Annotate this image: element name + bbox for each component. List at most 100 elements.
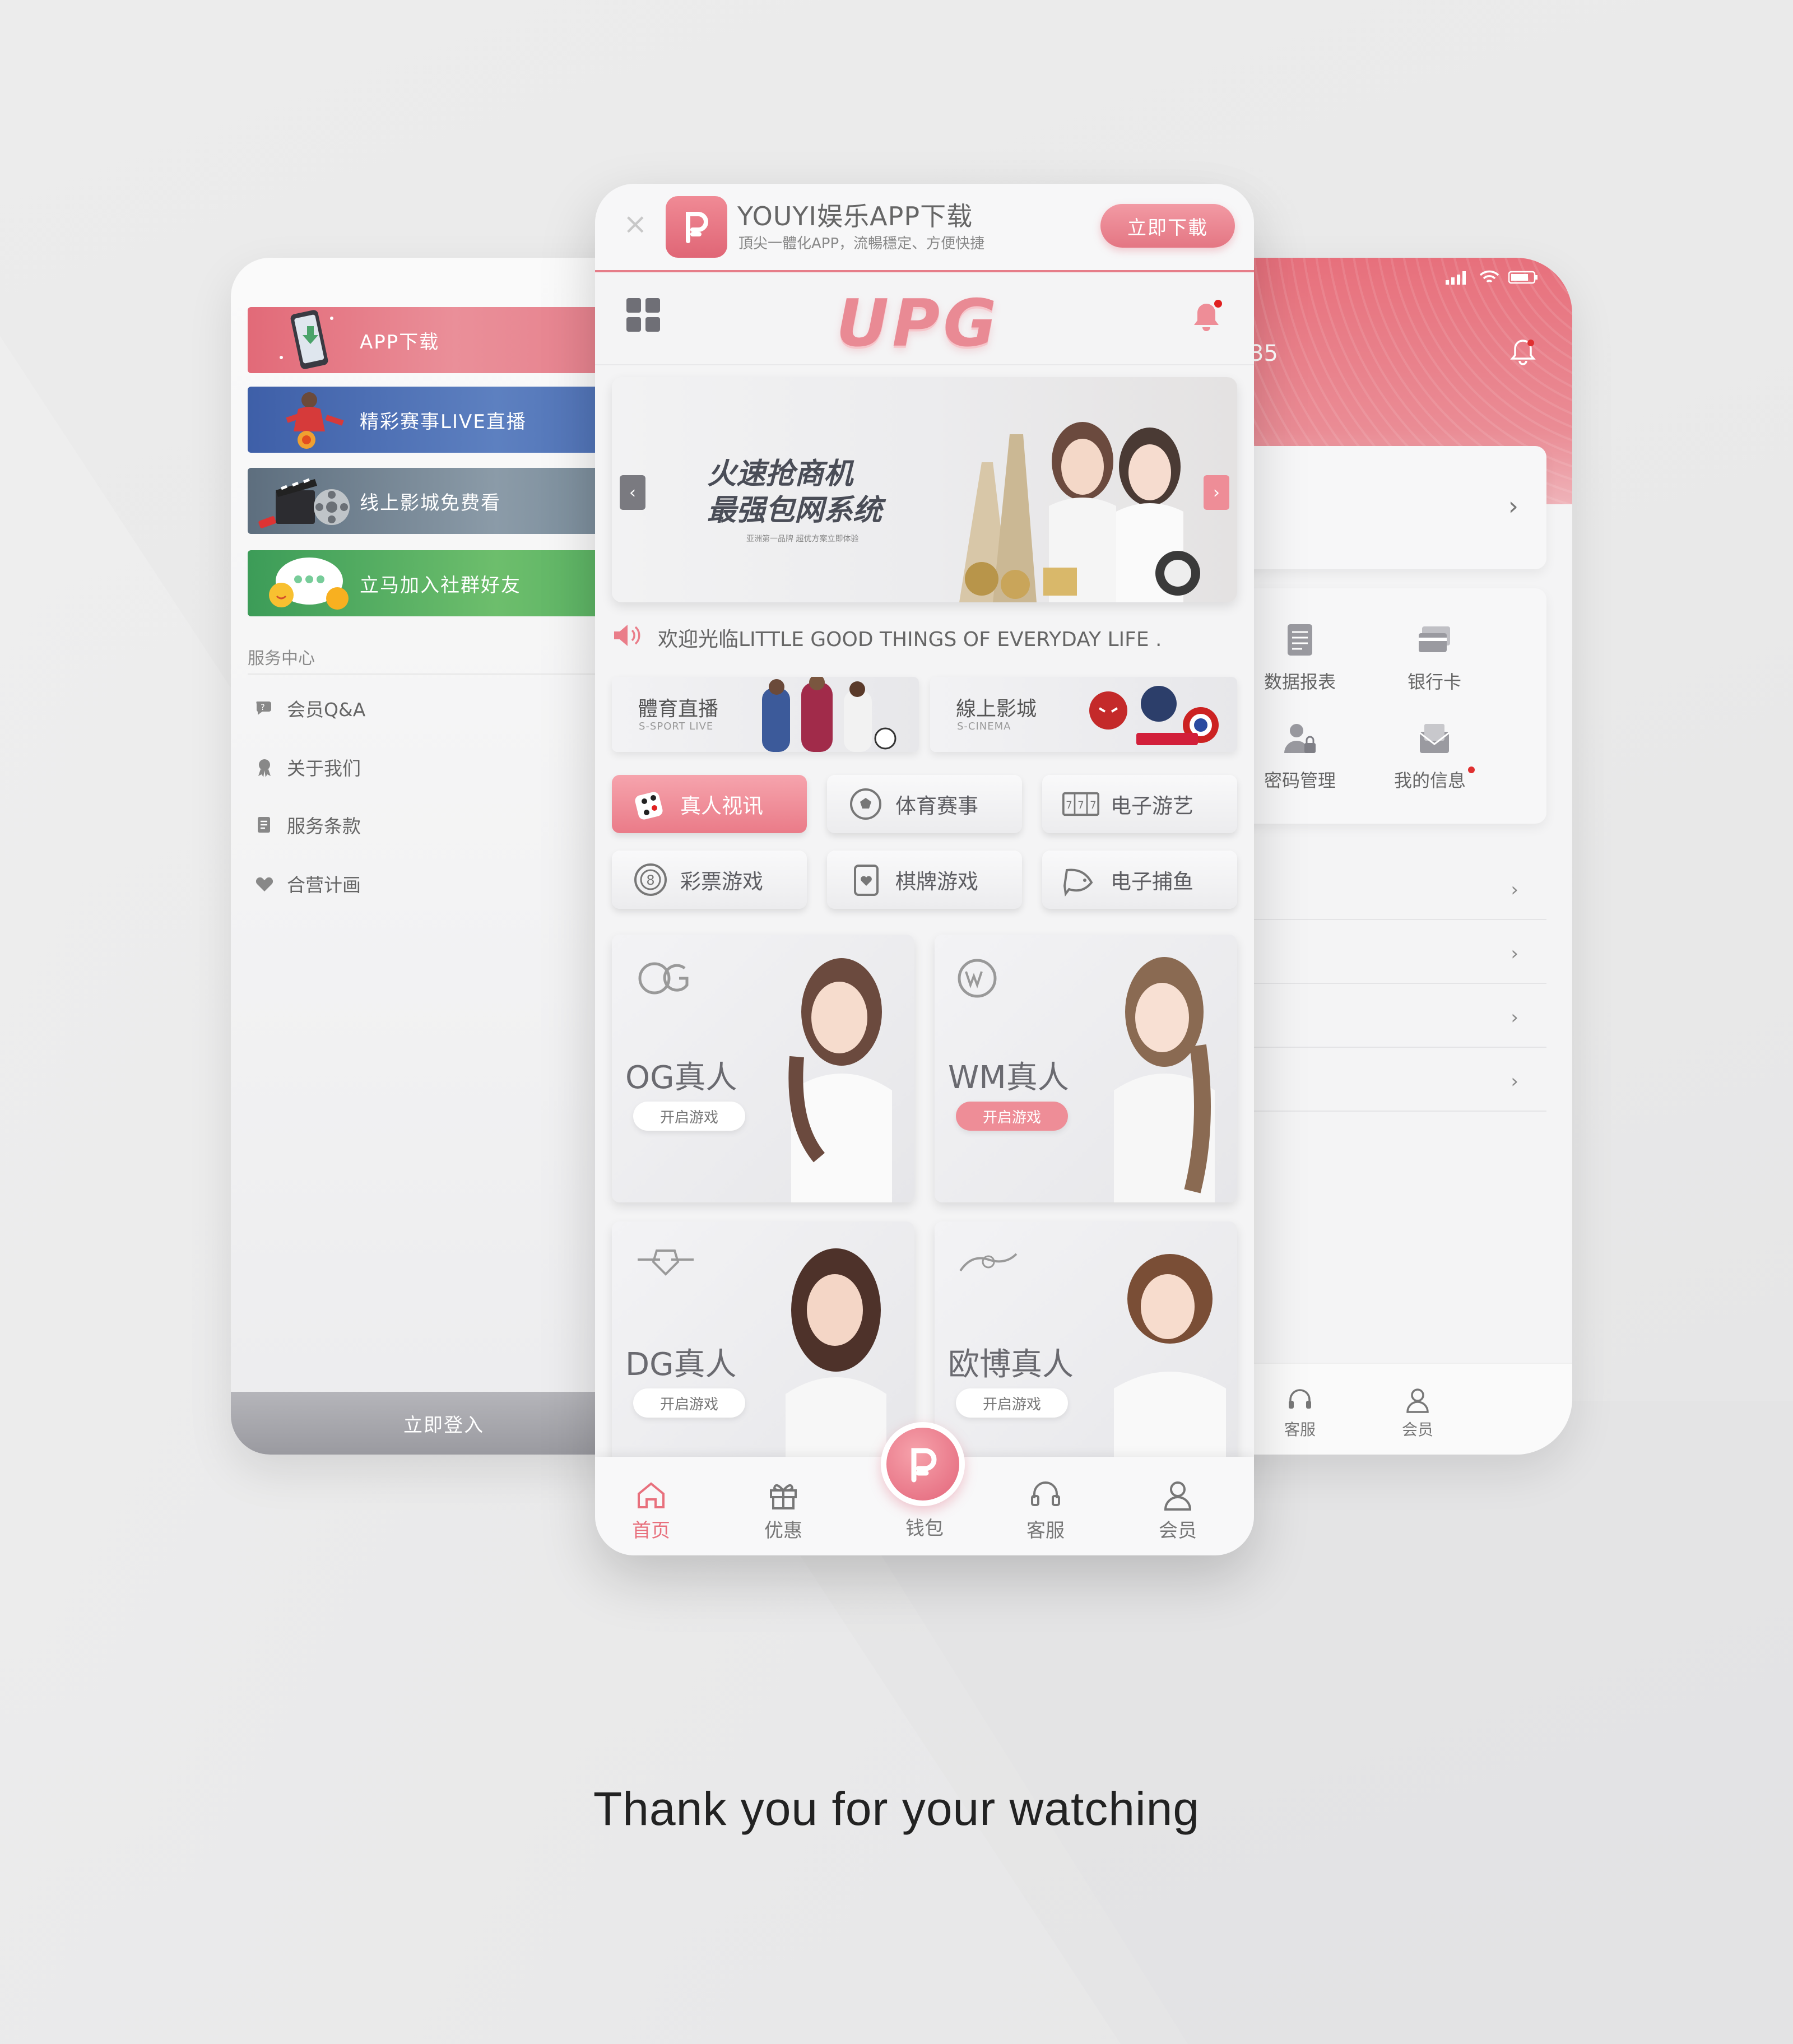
bell-icon[interactable] <box>1187 297 1226 336</box>
download-now-button[interactable]: 立即下載 <box>1100 204 1235 248</box>
handshake-heart-icon <box>253 872 276 895</box>
tab-promotions[interactable]: 优惠 <box>738 1478 828 1543</box>
announcement-marquee: 欢迎光临LITTLE GOOD THINGS OF EVERYDAY LIFE … <box>612 621 1239 654</box>
bottom-tab-bar: 首页 优惠 钱包 客服 会员 <box>595 1422 1254 1555</box>
tile-label: 密码管理 <box>1264 770 1336 791</box>
closing-caption: Thank you for your watching <box>593 1782 1200 1835</box>
bell-icon[interactable] <box>1507 336 1539 368</box>
category-label: 体育赛事 <box>895 794 978 818</box>
tile-data-report[interactable]: 数据报表 <box>1238 622 1362 694</box>
wm-logo-icon <box>955 956 1022 1001</box>
dealer-portrait <box>788 958 892 1202</box>
category-label: 真人视讯 <box>680 794 763 818</box>
banner-headline: 火速抢商机 <box>707 457 853 491</box>
brand-logo: UPG <box>836 286 1000 361</box>
wifi-icon <box>1479 270 1499 289</box>
grid-menu-icon[interactable] <box>626 298 660 332</box>
home-screen: × YOUYI娱乐APP下载 頂尖一體化APP，流暢穩定、方便快捷 立即下載 U… <box>595 184 1254 1555</box>
category-sports[interactable]: 体育赛事 <box>827 775 1022 833</box>
game-card-wm[interactable]: WM真人 开启游戏 <box>935 935 1237 1202</box>
feature-sports-live[interactable]: 體育直播 S-SPORT LIVE <box>612 677 919 752</box>
svg-text:7: 7 <box>1077 800 1084 811</box>
menu-item-about-us[interactable]: 关于我们 <box>253 754 361 781</box>
nav-label: 会员 <box>1401 1420 1433 1439</box>
user-icon <box>1161 1478 1195 1512</box>
svg-text:7: 7 <box>1090 800 1097 811</box>
user-lock-icon <box>1282 721 1318 756</box>
svg-text:7: 7 <box>1066 800 1072 811</box>
promo-label: 精彩赛事LIVE直播 <box>360 410 527 433</box>
game-title: OG真人 <box>625 1060 737 1096</box>
tab-label: 优惠 <box>764 1520 802 1542</box>
tab-wallet[interactable]: 钱包 <box>880 1513 969 1540</box>
tile-my-messages[interactable]: 我的信息 <box>1373 721 1496 792</box>
svg-text:8: 8 <box>646 872 654 888</box>
category-label: 电子游艺 <box>1111 794 1193 818</box>
category-slots[interactable]: 777 电子游艺 <box>1042 775 1237 833</box>
athletes-illustration <box>762 677 896 752</box>
game-card-dg[interactable]: DG真人 开启游戏 <box>612 1221 914 1489</box>
menu-item-partnership[interactable]: 合营计画 <box>253 870 361 897</box>
promo-carousel[interactable]: 火速抢商机 最强包网系统 亚洲第一品牌 超优方案立即体验 ‹ › <box>612 377 1237 602</box>
carousel-prev-button[interactable]: ‹ <box>620 475 645 510</box>
menu-item-label: 服务条款 <box>287 815 361 837</box>
soccer-ball-icon <box>847 786 884 823</box>
svg-text:?: ? <box>261 703 264 712</box>
soccer-player-icon <box>248 387 360 453</box>
user-icon <box>1404 1386 1432 1414</box>
mail-icon <box>1416 721 1452 756</box>
tab-label: 钱包 <box>905 1517 944 1540</box>
tile-label: 数据报表 <box>1264 671 1336 693</box>
game-card-og[interactable]: OG真人 开启游戏 <box>612 935 914 1202</box>
start-game-button[interactable]: 开启游戏 <box>956 1388 1068 1418</box>
tab-label: 首页 <box>632 1520 670 1542</box>
carousel-next-button[interactable]: › <box>1204 475 1229 510</box>
chat-question-icon: ? <box>253 697 276 719</box>
feature-subtitle: S-SPORT LIVE <box>639 721 714 732</box>
banner-tagline: 亚洲第一品牌 超优方案立即体验 <box>746 535 859 543</box>
tile-label: 银行卡 <box>1407 671 1461 693</box>
slot-machine-icon: 777 <box>1062 786 1099 823</box>
tab-customer-service[interactable]: 客服 <box>1001 1478 1090 1543</box>
dealer-portrait <box>1114 1254 1226 1489</box>
fish-icon <box>1062 861 1099 898</box>
menu-item-member-qa[interactable]: ? 会员Q&A <box>253 695 365 722</box>
announcement-text: 欢迎光临LITTLE GOOD THINGS OF EVERYDAY LIFE … <box>658 628 1162 651</box>
game-title: DG真人 <box>625 1346 737 1383</box>
category-live-casino[interactable]: 真人视讯 <box>612 775 807 833</box>
close-icon[interactable]: × <box>623 210 648 239</box>
start-game-button[interactable]: 开启游戏 <box>956 1102 1068 1131</box>
playing-card-icon <box>847 861 884 898</box>
category-card-games[interactable]: 棋牌游戏 <box>827 851 1022 909</box>
start-game-button[interactable]: 开启游戏 <box>633 1102 745 1131</box>
category-lottery[interactable]: 8 彩票游戏 <box>612 851 807 909</box>
bank-card-icon <box>1416 622 1452 658</box>
tile-password-management[interactable]: 密码管理 <box>1238 721 1362 792</box>
chat-bubble-emoji-icon <box>248 550 360 616</box>
tab-home[interactable]: 首页 <box>606 1478 696 1543</box>
nav-label: 客服 <box>1284 1420 1316 1439</box>
tab-member[interactable]: 会员 <box>1133 1478 1223 1543</box>
og-logo-icon <box>632 956 699 1001</box>
feature-cinema[interactable]: 線上影城 S-CINEMA <box>930 677 1237 752</box>
game-card-allbet[interactable]: 欧博真人 开启游戏 <box>935 1221 1237 1489</box>
login-button[interactable]: 立即登入 <box>231 1392 657 1455</box>
document-icon <box>253 814 276 836</box>
start-game-button[interactable]: 开启游戏 <box>633 1388 745 1418</box>
nav-member[interactable]: 会员 <box>1378 1386 1457 1440</box>
tile-bank-card[interactable]: 银行卡 <box>1373 622 1496 694</box>
category-fishing[interactable]: 电子捕鱼 <box>1042 851 1237 909</box>
lottery-ball-icon: 8 <box>632 861 669 898</box>
tile-label: 我的信息 <box>1393 770 1466 791</box>
promo-label: 立马加入社群好友 <box>360 574 521 597</box>
menu-item-terms[interactable]: 服务条款 <box>253 811 361 838</box>
film-clapper-icon <box>248 468 360 534</box>
home-icon <box>634 1478 668 1512</box>
wallet-fab[interactable] <box>881 1422 965 1506</box>
menu-item-label: 会员Q&A <box>287 699 366 721</box>
heroes-illustration <box>1089 686 1219 745</box>
nav-customer-service[interactable]: 客服 <box>1261 1386 1339 1440</box>
feature-subtitle: S-CINEMA <box>957 721 1011 732</box>
drawer-menu-screen: APP下载 › 精彩赛事LIVE直播 › 线上影城 <box>231 258 657 1455</box>
tab-label: 客服 <box>1026 1520 1065 1542</box>
